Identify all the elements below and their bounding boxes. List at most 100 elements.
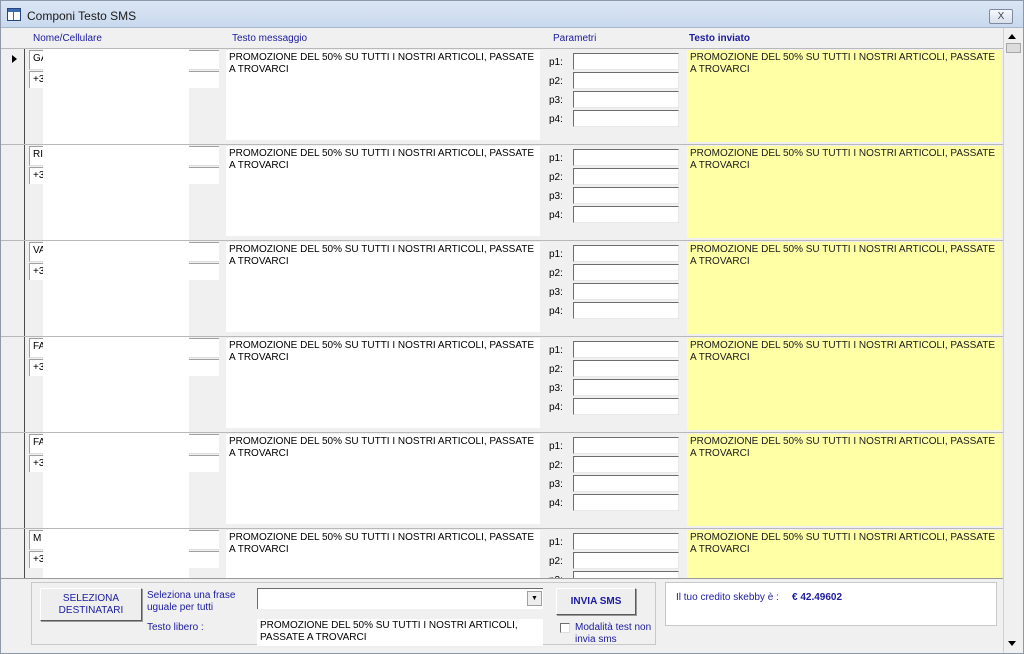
sent-text-field[interactable]: PROMOZIONE DEL 50% SU TUTTI I NOSTRI ART… bbox=[687, 434, 1001, 526]
redaction-mask bbox=[43, 529, 189, 578]
record-selector[interactable] bbox=[1, 337, 25, 433]
param-label: p2: bbox=[549, 556, 563, 567]
message-field[interactable]: PROMOZIONE DEL 50% SU TUTTI I NOSTRI ART… bbox=[226, 338, 540, 428]
scroll-thumb[interactable] bbox=[1006, 43, 1021, 53]
free-text-field[interactable]: PROMOZIONE DEL 50% SU TUTTI I NOSTRI ART… bbox=[257, 619, 543, 646]
param-input[interactable] bbox=[573, 571, 679, 578]
param-row: p1: bbox=[547, 341, 683, 360]
table-row[interactable]: FA +3 PROMOZIONE DEL 50% SU TUTTI I NOSTRI… bbox=[1, 432, 1003, 529]
redaction-mask bbox=[43, 241, 189, 337]
sent-text-field[interactable]: PROMOZIONE DEL 50% SU TUTTI I NOSTRI ART… bbox=[687, 242, 1001, 334]
param-input[interactable] bbox=[573, 264, 679, 281]
form-icon bbox=[7, 8, 21, 21]
param-row: p4: bbox=[547, 398, 683, 417]
param-row: p1: bbox=[547, 245, 683, 264]
sent-text-field[interactable]: PROMOZIONE DEL 50% SU TUTTI I NOSTRI ART… bbox=[687, 50, 1001, 142]
param-input[interactable] bbox=[573, 494, 679, 511]
param-label: p1: bbox=[549, 57, 563, 68]
scroll-up-icon[interactable] bbox=[1008, 34, 1016, 39]
param-row: p4: bbox=[547, 206, 683, 225]
param-input[interactable] bbox=[573, 341, 679, 358]
param-label: p3: bbox=[549, 95, 563, 106]
message-field[interactable]: PROMOZIONE DEL 50% SU TUTTI I NOSTRI ART… bbox=[226, 434, 540, 524]
param-label: p1: bbox=[549, 441, 563, 452]
param-label: p4: bbox=[549, 114, 563, 125]
param-input[interactable] bbox=[573, 398, 679, 415]
record-selector[interactable] bbox=[1, 49, 25, 145]
redaction-mask bbox=[43, 433, 189, 529]
param-row: p4: bbox=[547, 494, 683, 513]
param-label: p3: bbox=[549, 383, 563, 394]
param-input[interactable] bbox=[573, 437, 679, 454]
phrase-select[interactable]: ▼ bbox=[257, 588, 543, 609]
sms-compose-window: Componi Testo SMS X Nome/Cellulare Testo… bbox=[0, 0, 1024, 654]
records-list: GA +3 PROMOZIONE DEL 50% SU TUTTI I NOSTRI… bbox=[1, 48, 1003, 578]
params-group: p1: p2: p3: p4: bbox=[547, 53, 683, 139]
param-input[interactable] bbox=[573, 206, 679, 223]
header-message: Testo messaggio bbox=[232, 33, 308, 44]
select-recipients-button[interactable]: SELEZIONA DESTINATARI bbox=[40, 588, 142, 621]
param-label: p4: bbox=[549, 210, 563, 221]
sent-text-field[interactable]: PROMOZIONE DEL 50% SU TUTTI I NOSTRI ART… bbox=[687, 530, 1001, 578]
record-selector[interactable] bbox=[1, 145, 25, 241]
param-input[interactable] bbox=[573, 475, 679, 492]
message-field[interactable]: PROMOZIONE DEL 50% SU TUTTI I NOSTRI ART… bbox=[226, 242, 540, 332]
redaction-mask bbox=[43, 145, 189, 241]
param-label: p2: bbox=[549, 364, 563, 375]
message-field[interactable]: PROMOZIONE DEL 50% SU TUTTI I NOSTRI ART… bbox=[226, 530, 540, 578]
table-row[interactable]: M +3 PROMOZIONE DEL 50% SU TUTTI I NOSTRI … bbox=[1, 528, 1003, 578]
params-group: p1:p2:p3:p4: bbox=[547, 533, 683, 578]
test-mode-label: Modalità test non invia sms bbox=[575, 622, 652, 645]
param-row: p1: bbox=[547, 533, 683, 552]
vertical-scrollbar[interactable] bbox=[1003, 28, 1022, 653]
param-input[interactable] bbox=[573, 456, 679, 473]
table-row[interactable]: FA +3 PROMOZIONE DEL 50% SU TUTTI I NOSTRI… bbox=[1, 336, 1003, 433]
table-row[interactable]: RI +3 PROMOZIONE DEL 50% SU TUTTI I NOSTRI… bbox=[1, 144, 1003, 241]
record-selector[interactable] bbox=[1, 241, 25, 337]
param-input[interactable] bbox=[573, 379, 679, 396]
chevron-down-icon[interactable]: ▼ bbox=[527, 591, 542, 606]
test-mode-checkbox[interactable] bbox=[560, 623, 570, 633]
param-input[interactable] bbox=[573, 245, 679, 262]
footer-panel: SELEZIONA DESTINATARI Seleziona una fras… bbox=[1, 578, 1003, 653]
param-label: p1: bbox=[549, 153, 563, 164]
credit-value: € 42.49602 bbox=[792, 592, 843, 603]
param-input[interactable] bbox=[573, 149, 679, 166]
table-row[interactable]: VA +3 PROMOZIONE DEL 50% SU TUTTI I NOSTRI… bbox=[1, 240, 1003, 337]
param-input[interactable] bbox=[573, 552, 679, 569]
param-row: p3: bbox=[547, 571, 683, 578]
record-selector[interactable] bbox=[1, 433, 25, 529]
param-label: p3: bbox=[549, 287, 563, 298]
param-row: p4: bbox=[547, 302, 683, 321]
table-row[interactable]: GA +3 PROMOZIONE DEL 50% SU TUTTI I NOSTRI… bbox=[1, 48, 1003, 145]
param-input[interactable] bbox=[573, 53, 679, 70]
message-field[interactable]: PROMOZIONE DEL 50% SU TUTTI I NOSTRI ART… bbox=[226, 50, 540, 140]
title-bar[interactable]: Componi Testo SMS X bbox=[1, 1, 1023, 28]
param-input[interactable] bbox=[573, 91, 679, 108]
param-input[interactable] bbox=[573, 533, 679, 550]
current-record-icon bbox=[12, 55, 17, 63]
sent-text-field[interactable]: PROMOZIONE DEL 50% SU TUTTI I NOSTRI ART… bbox=[687, 338, 1001, 430]
param-input[interactable] bbox=[573, 283, 679, 300]
scroll-down-icon[interactable] bbox=[1008, 641, 1016, 646]
param-row: p3: bbox=[547, 91, 683, 110]
param-input[interactable] bbox=[573, 72, 679, 89]
param-label: p1: bbox=[549, 249, 563, 260]
close-button[interactable]: X bbox=[989, 9, 1013, 24]
param-input[interactable] bbox=[573, 360, 679, 377]
param-input[interactable] bbox=[573, 168, 679, 185]
param-input[interactable] bbox=[573, 302, 679, 319]
header-params: Parametri bbox=[553, 33, 597, 44]
actions-group: SELEZIONA DESTINATARI Seleziona una fras… bbox=[31, 582, 656, 646]
param-row: p2: bbox=[547, 168, 683, 187]
param-input[interactable] bbox=[573, 187, 679, 204]
param-label: p2: bbox=[549, 76, 563, 87]
message-field[interactable]: PROMOZIONE DEL 50% SU TUTTI I NOSTRI ART… bbox=[226, 146, 540, 236]
param-input[interactable] bbox=[573, 110, 679, 127]
param-row: p1: bbox=[547, 53, 683, 72]
send-sms-button[interactable]: INVIA SMS bbox=[556, 588, 636, 615]
param-label: p2: bbox=[549, 460, 563, 471]
param-row: p2: bbox=[547, 552, 683, 571]
record-selector[interactable] bbox=[1, 529, 25, 578]
sent-text-field[interactable]: PROMOZIONE DEL 50% SU TUTTI I NOSTRI ART… bbox=[687, 146, 1001, 238]
